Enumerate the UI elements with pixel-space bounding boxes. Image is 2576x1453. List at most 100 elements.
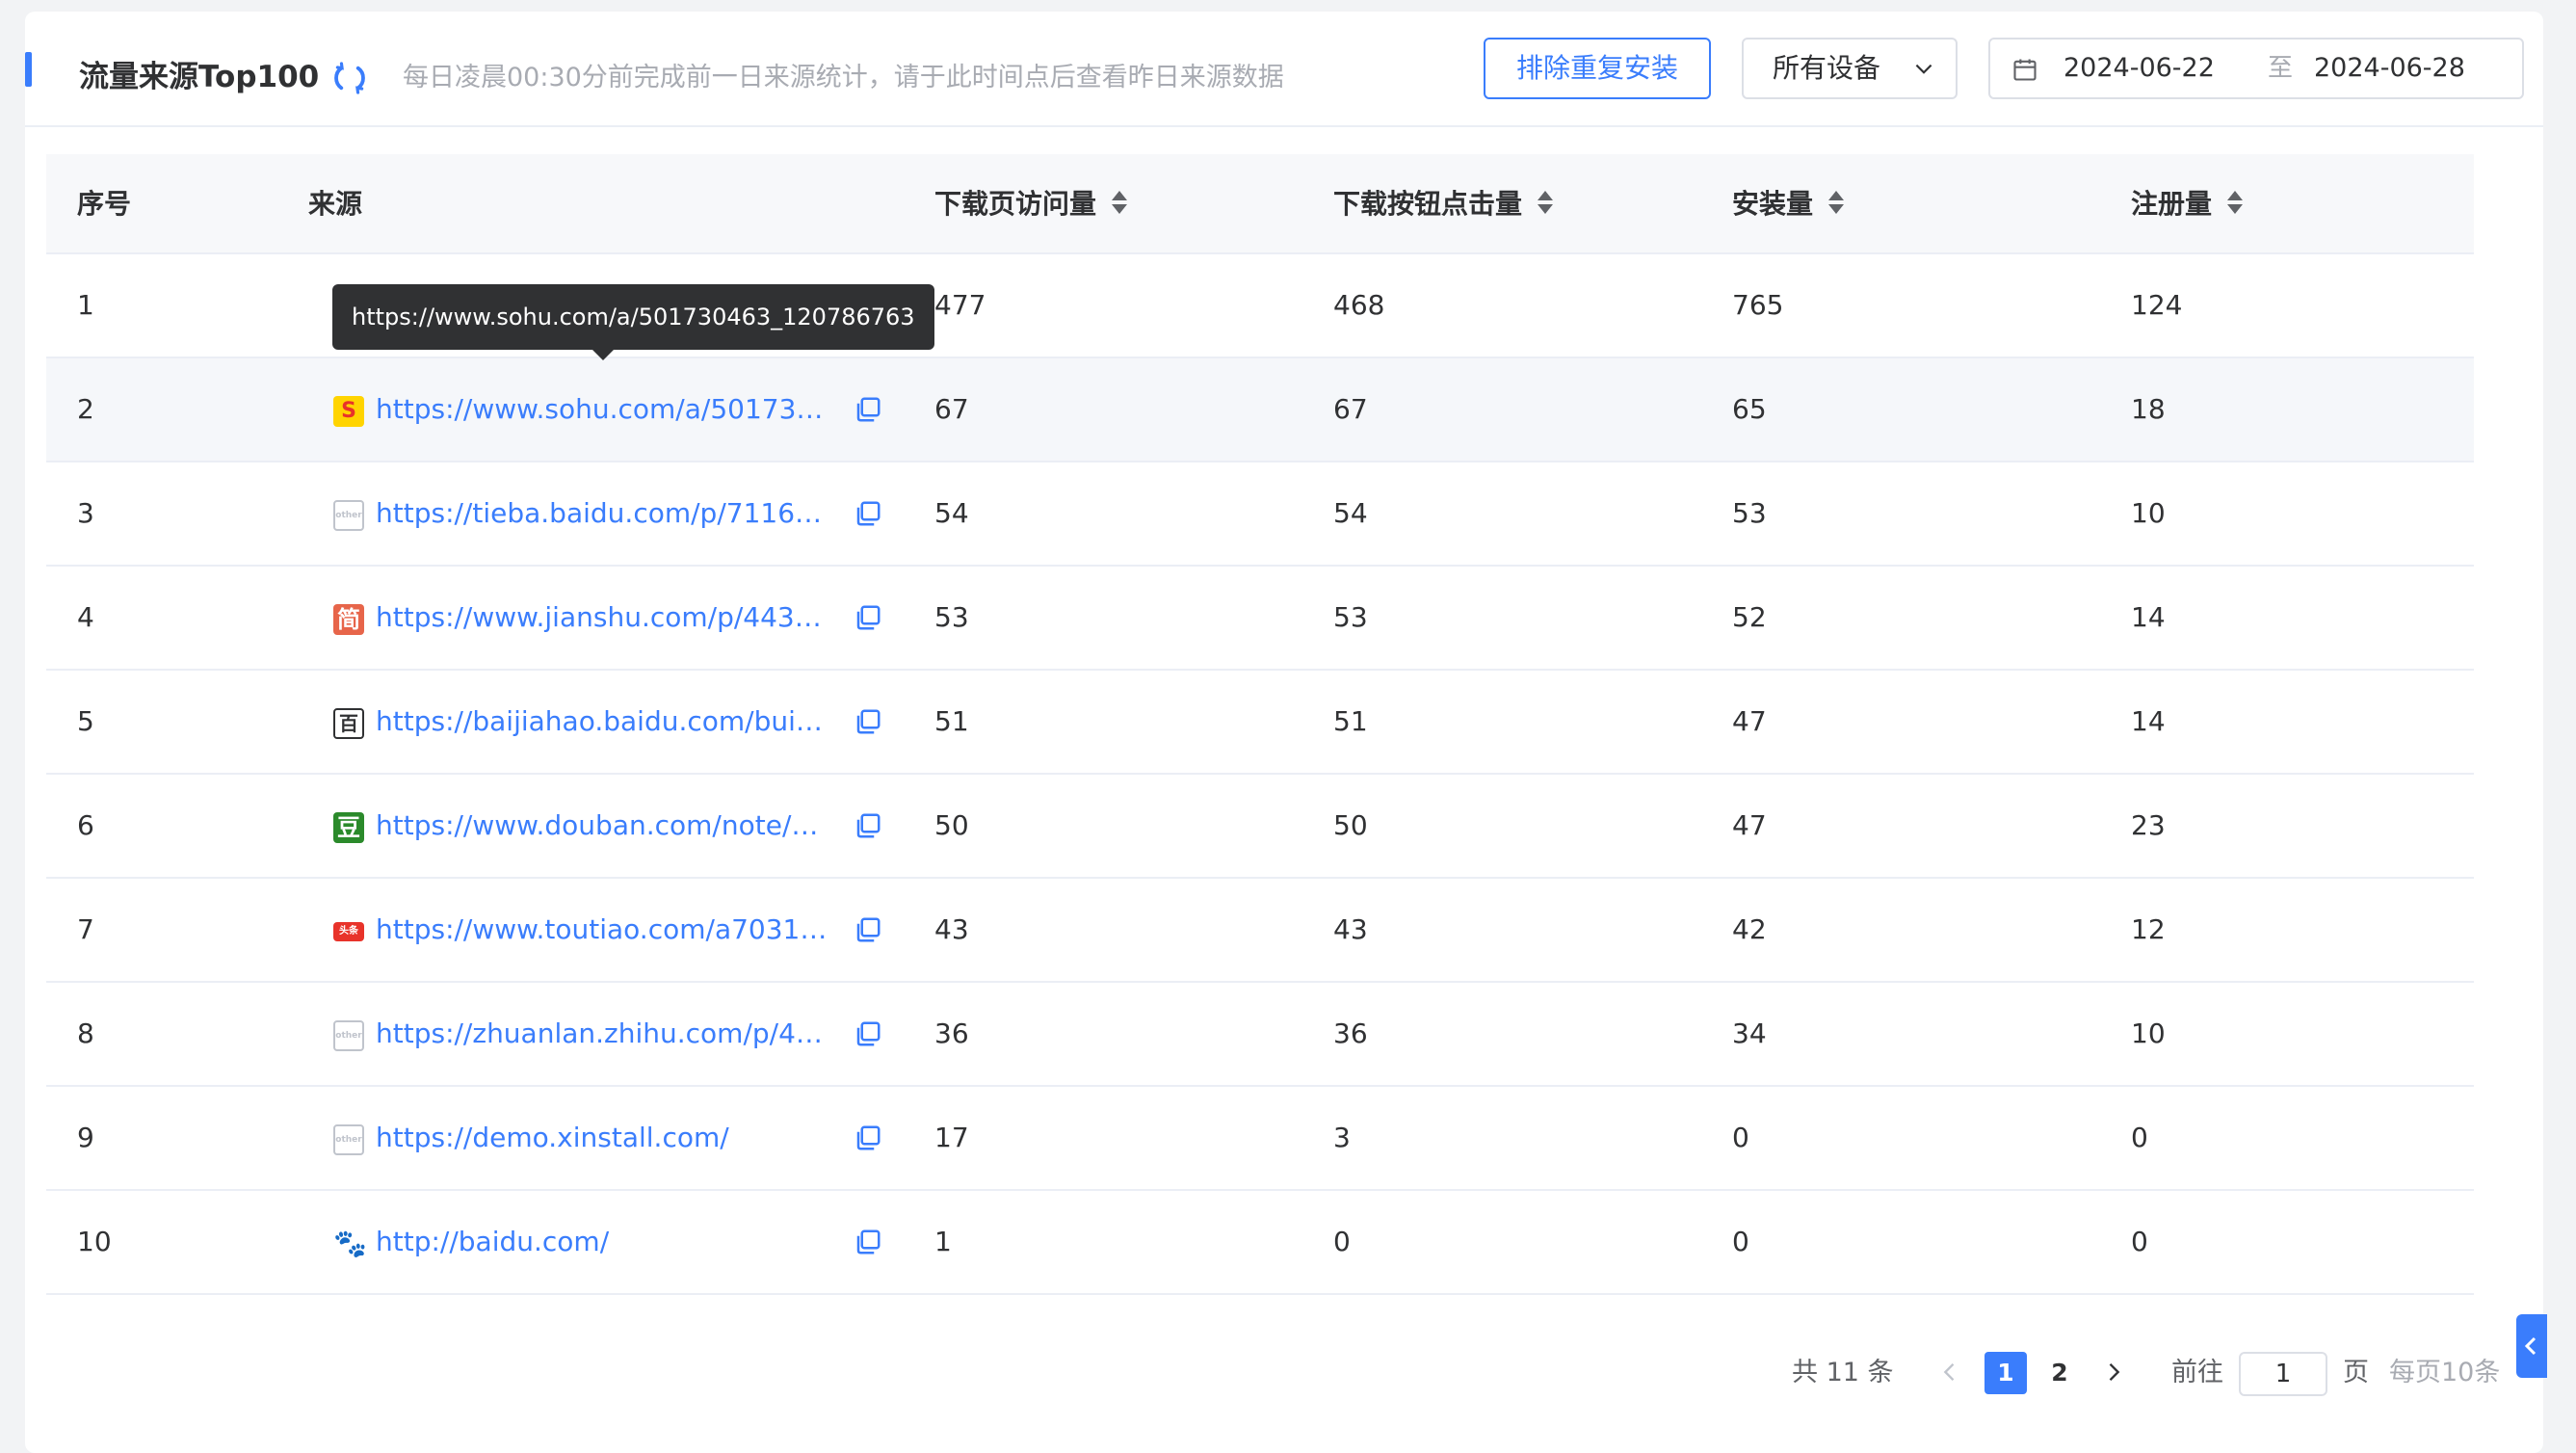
page-visits-value: 1 <box>934 1226 952 1257</box>
table-body: 1 Shttps://www.sohu.com/a/501730463_12078… <box>46 254 2474 1295</box>
copy-icon[interactable] <box>854 395 882 424</box>
installs-value: 47 <box>1732 705 1767 737</box>
source-url-link[interactable]: https://zhuanlan.zhihu.com/p/4344… <box>376 983 828 1085</box>
date-separator: 至 <box>2268 54 2294 83</box>
page-visits-value: 43 <box>934 913 969 945</box>
goto-page-input[interactable]: 1 <box>2239 1352 2327 1396</box>
button-clicks-value: 54 <box>1333 497 1368 529</box>
column-header-registers[interactable]: 注册量 <box>2131 154 2245 254</box>
pagination-total: 共 11 条 <box>1792 1358 1894 1387</box>
title-accent-bar <box>25 52 32 87</box>
installs-value: 765 <box>1732 289 1784 321</box>
sort-icon[interactable] <box>1536 189 1555 216</box>
goto-label: 前往 <box>2171 1358 2223 1387</box>
table-row: 2 Shttps://www.sohu.com/a/501730463_12078… <box>46 358 2474 462</box>
copy-icon[interactable] <box>854 1123 882 1152</box>
row-index: 1 <box>77 289 94 321</box>
column-header-source: 来源 <box>308 188 363 220</box>
page-visits-value: 477 <box>934 289 986 321</box>
source-url-link[interactable]: https://www.douban.com/note/781… <box>376 775 828 877</box>
prev-page-icon[interactable] <box>1936 1359 1963 1386</box>
column-header-label: 下载按钮点击量 <box>1333 188 1523 220</box>
table-row: 5 百 https://baijiahao.baidu.com/builder… 51… <box>46 671 2474 775</box>
column-header-installs[interactable]: 安装量 <box>1732 154 1846 254</box>
page-size-label[interactable]: 每页10条 <box>2389 1349 2500 1397</box>
installs-value: 52 <box>1732 601 1767 633</box>
source-url-link[interactable]: http://baidu.com/ <box>376 1191 828 1293</box>
installs-value: 42 <box>1732 913 1767 945</box>
page-visits-value: 50 <box>934 809 969 841</box>
table-row: 8 other https://zhuanlan.zhihu.com/p/4344…… <box>46 983 2474 1087</box>
table-row: 10 🐾 http://baidu.com/1 0 0 0 <box>46 1191 2474 1295</box>
source-url-link[interactable]: https://tieba.baidu.com/p/7116071… <box>376 462 828 565</box>
sidebar-collapse-toggle[interactable] <box>2516 1314 2547 1378</box>
column-header-button-clicks[interactable]: 下载按钮点击量 <box>1333 154 1555 254</box>
device-select[interactable]: 所有设备 <box>1742 38 1958 99</box>
copy-icon[interactable] <box>854 499 882 528</box>
other-icon: other <box>333 1020 364 1051</box>
copy-icon[interactable] <box>854 603 882 632</box>
column-header-label: 注册量 <box>2131 188 2213 220</box>
baijiahao-icon: 百 <box>333 708 364 739</box>
tooltip-arrow <box>591 349 615 360</box>
row-index: 4 <box>77 601 94 633</box>
copy-icon[interactable] <box>854 811 882 840</box>
button-clicks-value: 67 <box>1333 393 1368 425</box>
copy-icon[interactable] <box>854 1228 882 1256</box>
page-unit-label: 页 <box>2343 1358 2369 1387</box>
installs-value: 47 <box>1732 809 1767 841</box>
refresh-icon[interactable] <box>331 60 368 96</box>
page-visits-value: 67 <box>934 393 969 425</box>
registers-value: 10 <box>2131 1017 2166 1049</box>
source-url-link[interactable]: https://www.sohu.com/a/501730463_1207867… <box>376 358 828 461</box>
sort-icon[interactable] <box>2225 189 2245 216</box>
sort-icon[interactable] <box>1827 189 1846 216</box>
button-clicks-value: 3 <box>1333 1122 1351 1153</box>
page-visits-value: 53 <box>934 601 969 633</box>
registers-value: 12 <box>2131 913 2166 945</box>
source-url-link[interactable]: https://baijiahao.baidu.com/builder… <box>376 671 828 773</box>
table-row: 9 other https://demo.xinstall.com/17 3 0 0 <box>46 1087 2474 1191</box>
source-url-link[interactable]: https://www.toutiao.com/a7031478… <box>376 879 828 981</box>
toutiao-icon: 头条 <box>333 922 364 941</box>
source-url-link[interactable]: https://demo.xinstall.com/ <box>376 1087 828 1189</box>
column-header-page-visits[interactable]: 下载页访问量 <box>934 154 1129 254</box>
page-number-2[interactable]: 2 <box>2038 1352 2081 1394</box>
page-number-1[interactable]: 1 <box>1985 1352 2027 1394</box>
table-header: 序号 来源 下载页访问量 下载按钮点击量 安装量 注册量 <box>46 154 2474 254</box>
row-index: 5 <box>77 705 94 737</box>
registers-value: 124 <box>2131 289 2183 321</box>
other-icon: other <box>333 1124 364 1155</box>
installs-value: 0 <box>1732 1226 1749 1257</box>
date-range-picker[interactable]: 2024-06-22 至 2024-06-28 <box>1988 38 2524 99</box>
button-clicks-value: 43 <box>1333 913 1368 945</box>
exclude-duplicate-install-button[interactable]: 排除重复安装 <box>1484 38 1711 99</box>
installs-value: 34 <box>1732 1017 1767 1049</box>
calendar-icon <box>2013 59 2037 81</box>
date-start-input[interactable]: 2024-06-22 <box>2063 40 2215 97</box>
copy-icon[interactable] <box>854 915 882 944</box>
page-visits-value: 54 <box>934 497 969 529</box>
copy-icon[interactable] <box>854 1019 882 1048</box>
sort-icon[interactable] <box>1110 189 1129 216</box>
row-index: 10 <box>77 1226 112 1257</box>
button-clicks-value: 50 <box>1333 809 1368 841</box>
date-end-input[interactable]: 2024-06-28 <box>2314 40 2465 97</box>
source-url-link[interactable]: https://www.jianshu.com/p/44325d… <box>376 567 828 669</box>
row-index: 3 <box>77 497 94 529</box>
button-clicks-value: 0 <box>1333 1226 1351 1257</box>
registers-value: 0 <box>2131 1226 2148 1257</box>
registers-value: 14 <box>2131 705 2166 737</box>
copy-icon[interactable] <box>854 707 882 736</box>
device-select-value: 所有设备 <box>1773 52 1881 84</box>
page-visits-value: 17 <box>934 1122 969 1153</box>
baidu-icon: 🐾 <box>333 1228 367 1259</box>
table-row: 4 简 https://www.jianshu.com/p/44325d… 53 53 5… <box>46 567 2474 671</box>
page-title: 流量来源Top100 <box>79 60 320 94</box>
column-header-label: 安装量 <box>1732 188 1814 220</box>
column-header-index: 序号 <box>77 188 132 220</box>
installs-value: 0 <box>1732 1122 1749 1153</box>
next-page-icon[interactable] <box>2100 1359 2127 1386</box>
registers-value: 14 <box>2131 601 2166 633</box>
row-index: 7 <box>77 913 94 945</box>
